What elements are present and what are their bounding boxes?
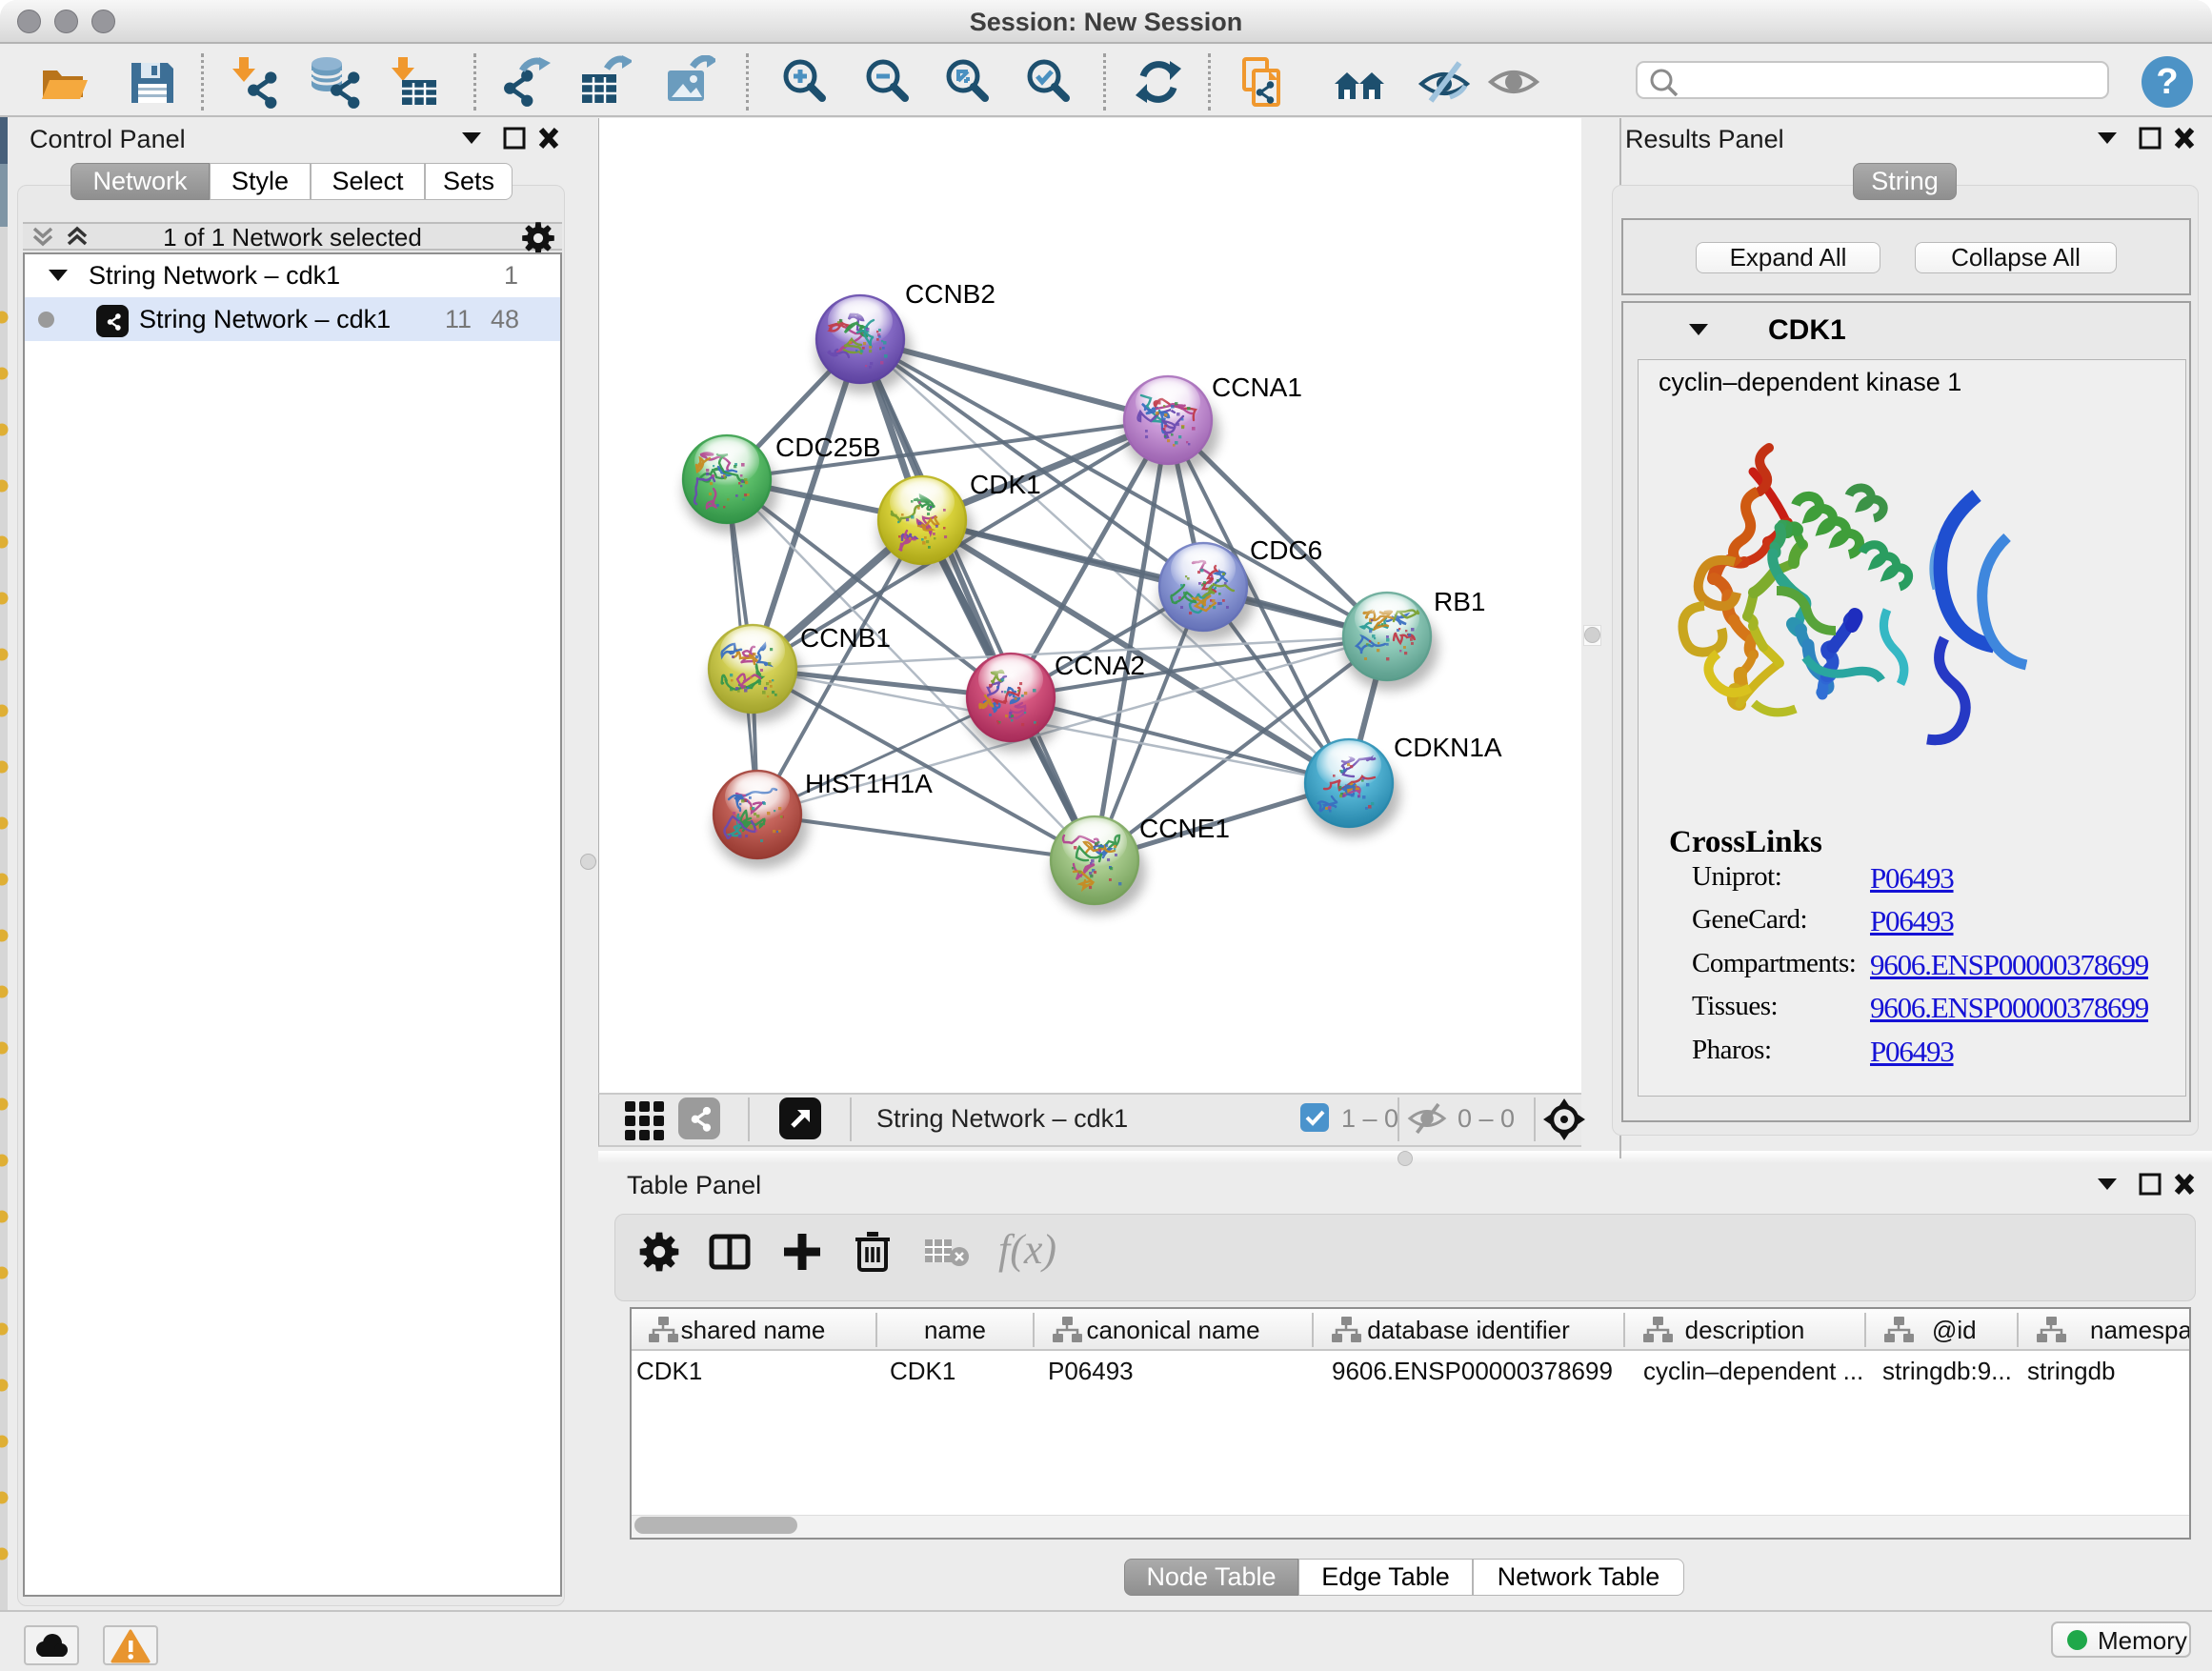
svg-text:HIST1H1A: HIST1H1A xyxy=(805,769,933,798)
svg-text:CDC6: CDC6 xyxy=(1250,535,1322,565)
svg-text:CDC25B: CDC25B xyxy=(775,433,880,462)
svg-text:CCNA1: CCNA1 xyxy=(1212,372,1302,402)
svg-text:CCNE1: CCNE1 xyxy=(1139,814,1230,843)
svg-text:CDKN1A: CDKN1A xyxy=(1394,733,1502,762)
svg-text:CCNB2: CCNB2 xyxy=(905,279,995,309)
svg-text:RB1: RB1 xyxy=(1434,587,1485,616)
svg-text:CCNA2: CCNA2 xyxy=(1055,651,1145,680)
svg-text:CDK1: CDK1 xyxy=(970,470,1041,499)
svg-text:CCNB1: CCNB1 xyxy=(800,623,891,653)
